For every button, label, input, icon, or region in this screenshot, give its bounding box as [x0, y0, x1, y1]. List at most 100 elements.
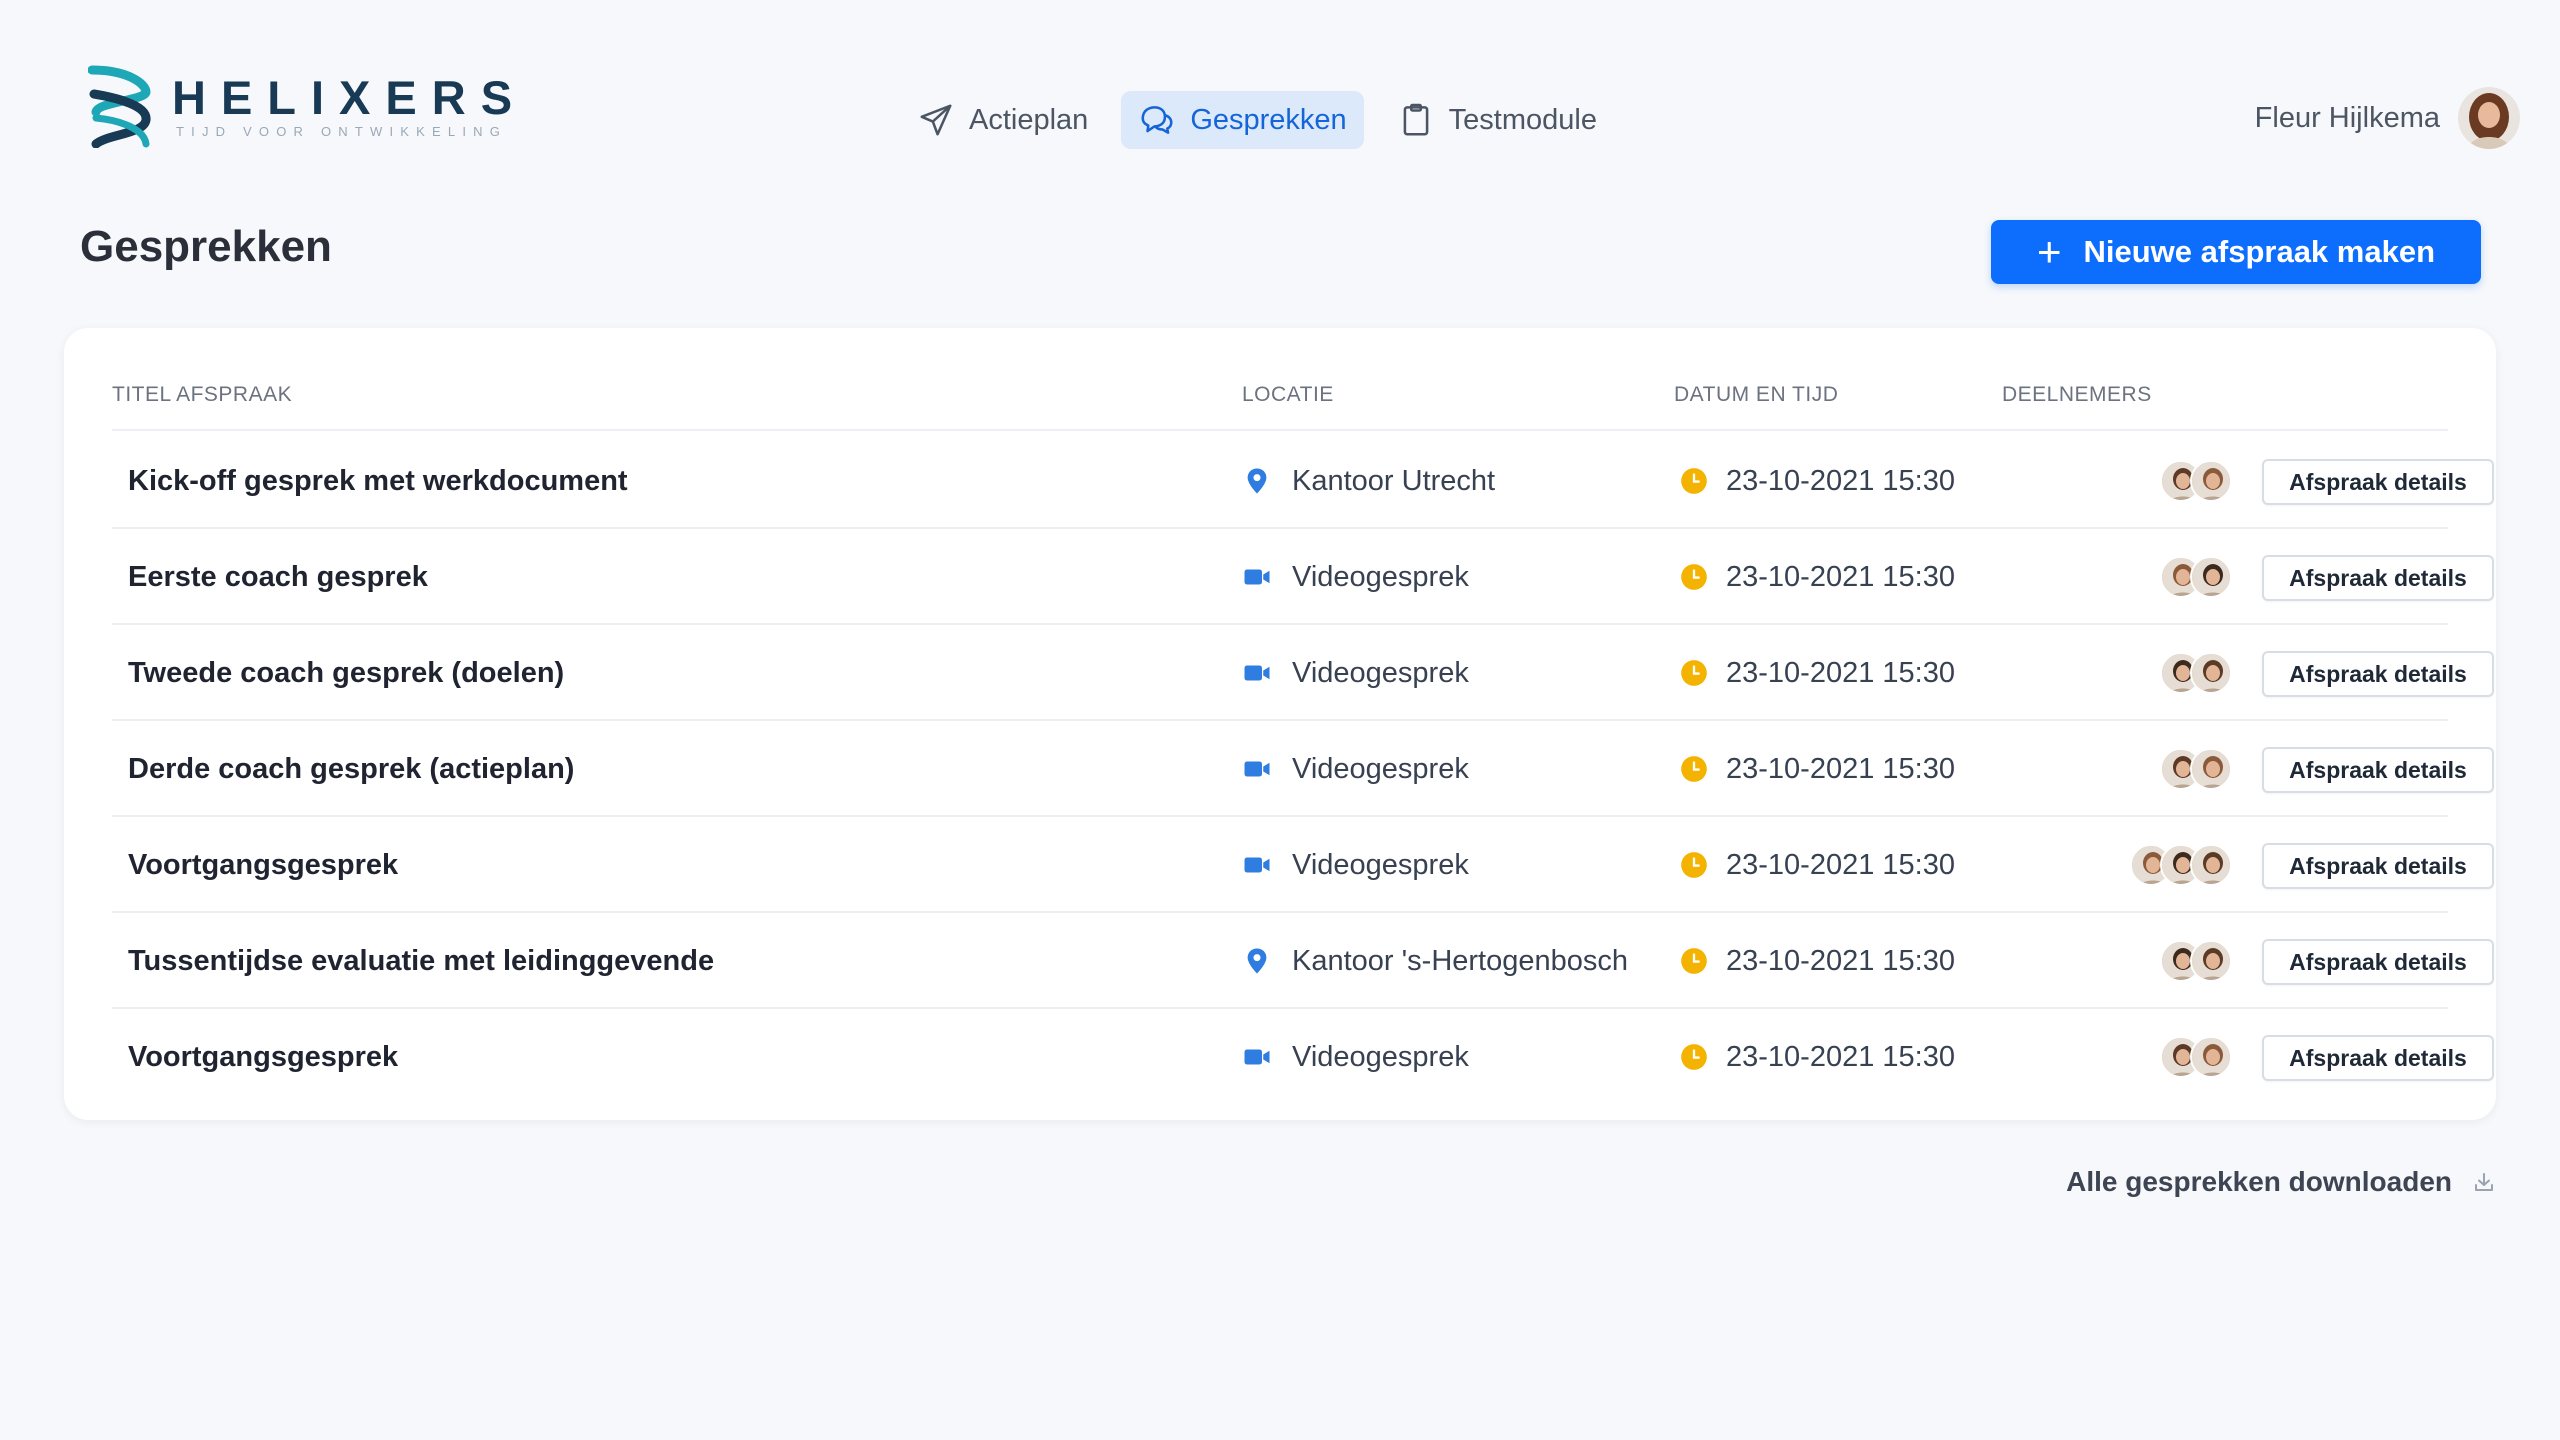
avatar-image [2458, 87, 2520, 149]
appointment-details-button[interactable]: Afspraak details [2262, 939, 2494, 985]
appointment-title: Eerste coach gesprek [128, 560, 428, 593]
participants [2012, 913, 2232, 1009]
user-avatar[interactable] [2458, 87, 2520, 149]
appointment-location: Videogesprek [1242, 529, 1469, 625]
clock-icon [1681, 660, 1707, 686]
appointment-datetime: 23-10-2021 15:30 [1680, 625, 1955, 721]
header-participants: DEELNEMERS [2002, 383, 2152, 406]
nav-label: Testmodule [1448, 103, 1597, 136]
location-pin-icon [1247, 468, 1267, 494]
datetime-label: 23-10-2021 15:30 [1726, 656, 1955, 689]
location-label: Videogesprek [1292, 848, 1469, 881]
location-label: Videogesprek [1292, 1040, 1469, 1073]
download-label: Alle gesprekken downloaden [2066, 1166, 2452, 1197]
appointment-location: Videogesprek [1242, 721, 1469, 817]
appointment-location: Videogesprek [1242, 625, 1469, 721]
download-all-link[interactable]: Alle gesprekken downloaden [2066, 1166, 2496, 1198]
appointment-location: Kantoor 's-Hertogenbosch [1242, 913, 1628, 1009]
download-icon [2475, 1173, 2493, 1191]
new-appointment-button[interactable]: + Nieuwe afspraak maken [1991, 220, 2481, 284]
appointment-location: Kantoor Utrecht [1242, 433, 1495, 529]
nav-item-actieplan[interactable]: Actieplan [900, 91, 1105, 149]
nav-item-testmodule[interactable]: Testmodule [1380, 91, 1614, 149]
appointment-datetime: 23-10-2021 15:30 [1680, 913, 1955, 1009]
datetime-label: 23-10-2021 15:30 [1726, 944, 1955, 977]
table-row: Tussentijdse evaluatie met leidinggevend… [112, 913, 2494, 1009]
video-camera-icon [1244, 569, 1270, 585]
appointment-datetime: 23-10-2021 15:30 [1680, 529, 1955, 625]
appointment-location: Videogesprek [1242, 1009, 1469, 1105]
participants [2012, 625, 2232, 721]
datetime-label: 23-10-2021 15:30 [1726, 464, 1955, 497]
helix-logo-icon [88, 65, 151, 148]
appointment-datetime: 23-10-2021 15:30 [1680, 817, 1955, 913]
table-row: Voortgangsgesprek Videogesprek 23-10-2021 … [112, 817, 2494, 913]
location-label: Videogesprek [1292, 656, 1469, 689]
chat-bubbles-icon [1141, 106, 1173, 134]
plus-icon: + [2036, 228, 2062, 275]
participants [2012, 529, 2232, 625]
table-row: Voortgangsgesprek Videogesprek 23-10-2021 … [112, 1009, 2494, 1105]
location-label: Videogesprek [1292, 752, 1469, 785]
appointment-details-button[interactable]: Afspraak details [2262, 651, 2494, 697]
participant-avatar [2190, 748, 2232, 790]
page-title: Gesprekken [80, 222, 332, 271]
appointment-details-button[interactable]: Afspraak details [2262, 459, 2494, 505]
datetime-label: 23-10-2021 15:30 [1726, 1040, 1955, 1073]
appointment-details-button[interactable]: Afspraak details [2262, 747, 2494, 793]
paper-plane-icon [920, 104, 952, 136]
clipboard-icon [1403, 103, 1429, 136]
participants [2012, 817, 2232, 913]
brand-tagline: TIJD VOOR ONTWIKKELING [176, 124, 508, 139]
participant-avatar [2190, 460, 2232, 502]
clock-icon [1681, 564, 1707, 590]
video-camera-icon [1244, 761, 1270, 777]
table-header: TITEL AFSPRAAK LOCATIE DATUM EN TIJD DEE… [112, 328, 2448, 431]
header-location: LOCATIE [1242, 383, 1334, 406]
appointment-title: Kick-off gesprek met werkdocument [128, 464, 628, 497]
appointment-datetime: 23-10-2021 15:30 [1680, 1009, 1955, 1105]
clock-icon [1681, 852, 1707, 878]
brand-logo[interactable]: HELIXERS TIJD VOOR ONTWIKKELING [88, 64, 527, 148]
participant-avatar [2190, 940, 2232, 982]
clock-icon [1681, 948, 1707, 974]
video-camera-icon [1244, 857, 1270, 873]
header-datetime: DATUM EN TIJD [1674, 383, 1839, 406]
participants [2012, 1009, 2232, 1105]
participant-avatar [2190, 652, 2232, 694]
table-row: Tweede coach gesprek (doelen) Videogespre… [112, 625, 2494, 721]
video-camera-icon [1244, 1049, 1270, 1065]
nav-item-gesprekken[interactable]: Gesprekken [1121, 91, 1364, 149]
appointment-datetime: 23-10-2021 15:30 [1680, 721, 1955, 817]
appointment-title: Tweede coach gesprek (doelen) [128, 656, 565, 689]
appointment-title: Derde coach gesprek (actieplan) [128, 752, 575, 785]
clock-icon [1681, 1044, 1707, 1070]
header-title: TITEL AFSPRAAK [112, 383, 293, 406]
user-menu[interactable]: Fleur Hijlkema [2255, 87, 2520, 149]
clock-icon [1681, 468, 1707, 494]
user-name: Fleur Hijlkema [2254, 101, 2440, 134]
nav-label: Gesprekken [1190, 103, 1347, 136]
participant-avatar [2190, 1036, 2232, 1078]
video-camera-icon [1244, 665, 1270, 681]
table-row: Derde coach gesprek (actieplan) Videogesp… [112, 721, 2494, 817]
participant-avatar [2190, 844, 2232, 886]
datetime-label: 23-10-2021 15:30 [1726, 848, 1955, 881]
datetime-label: 23-10-2021 15:30 [1726, 560, 1955, 593]
appointment-title: Tussentijdse evaluatie met leidinggevend… [128, 944, 715, 977]
nav-label: Actieplan [969, 103, 1089, 136]
location-pin-icon [1247, 948, 1267, 974]
appointment-details-button[interactable]: Afspraak details [2262, 843, 2494, 889]
appointment-details-button[interactable]: Afspraak details [2262, 555, 2494, 601]
main-nav: Actieplan Gesprekken Testmodule [900, 91, 1630, 149]
participant-avatar [2190, 556, 2232, 598]
participants [2012, 433, 2232, 529]
table-row: Kick-off gesprek met werkdocument Kantoor… [112, 433, 2494, 529]
appointment-title: Voortgangsgesprek [128, 848, 399, 881]
appointment-details-button[interactable]: Afspraak details [2262, 1035, 2494, 1081]
location-label: Kantoor Utrecht [1292, 464, 1496, 497]
datetime-label: 23-10-2021 15:30 [1726, 752, 1955, 785]
clock-icon [1681, 756, 1707, 782]
brand-name: HELIXERS [172, 71, 528, 124]
location-label: Videogesprek [1292, 560, 1469, 593]
